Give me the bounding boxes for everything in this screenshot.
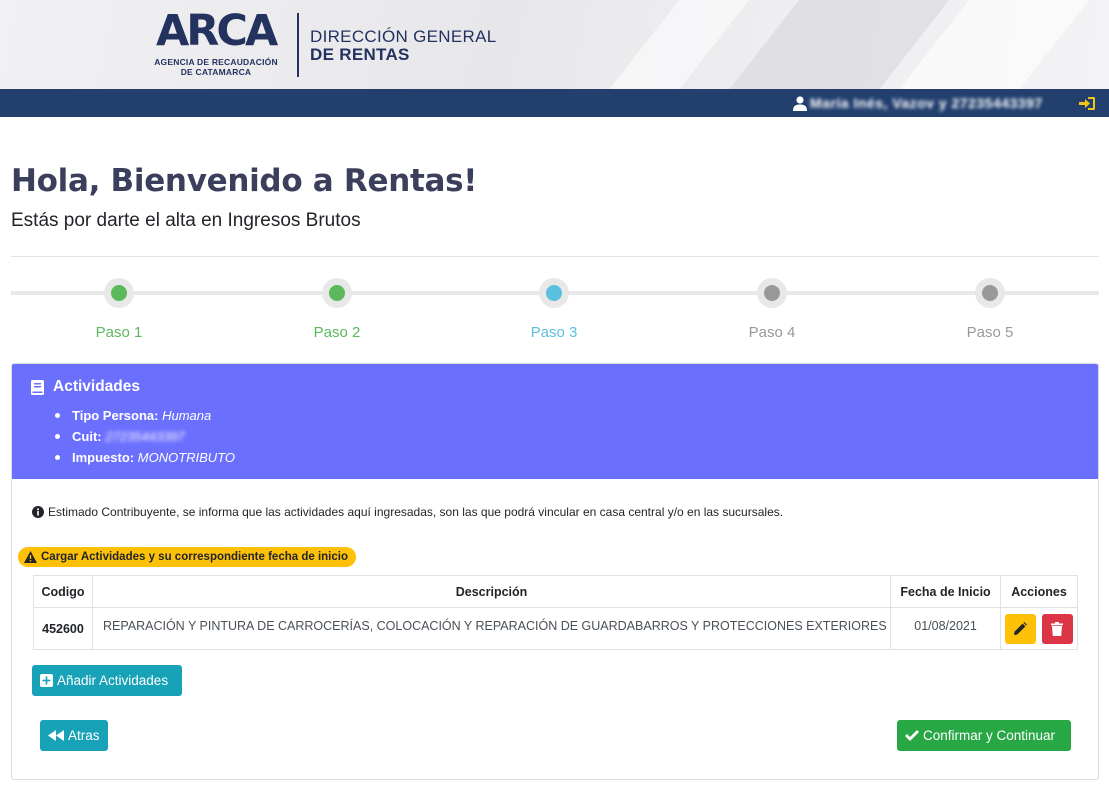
step-4-label: Paso 4 bbox=[748, 324, 796, 341]
plus-square-icon bbox=[40, 674, 53, 687]
step-1: Paso 1 bbox=[59, 278, 179, 341]
cuit-label: Cuit: bbox=[72, 429, 102, 444]
check-icon bbox=[905, 730, 919, 741]
header-code: Codigo bbox=[33, 575, 93, 608]
row-description: REPARACIÓN Y PINTURA DE CARROCERÍAS, COL… bbox=[91, 607, 892, 650]
impuesto-label: Impuesto: bbox=[72, 450, 135, 465]
page-subtitle: Estás por darte el alta en Ingresos Brut… bbox=[11, 210, 361, 231]
warning-text: Cargar Actividades y su correspondiente … bbox=[41, 551, 348, 563]
tipo-persona-item: Tipo Persona: Humana bbox=[55, 405, 235, 426]
organization-name: DIRECCIÓN GENERAL DE RENTAS bbox=[310, 28, 496, 64]
step-5: Paso 5 bbox=[930, 278, 1050, 341]
step-5-dot bbox=[982, 285, 998, 301]
card-header: Actividades Tipo Persona: Humana Cuit: 2… bbox=[12, 364, 1098, 479]
step-2-label: Paso 2 bbox=[313, 324, 361, 341]
top-banner: ARCA AGENCIA DE RECAUDACIÓN DE CATAMARCA… bbox=[0, 0, 1109, 89]
row-start-date: 01/08/2021 bbox=[890, 607, 1001, 650]
warning-icon bbox=[24, 551, 37, 563]
step-1-dot bbox=[111, 285, 127, 301]
delete-button[interactable] bbox=[1041, 613, 1073, 644]
cuit-item: Cuit: 27235443397 bbox=[55, 426, 235, 447]
book-icon bbox=[31, 379, 44, 395]
step-4-dot bbox=[764, 285, 780, 301]
org-line-1: DIRECCIÓN GENERAL bbox=[310, 27, 497, 46]
impuesto-item: Impuesto: MONOTRIBUTO bbox=[55, 447, 235, 468]
step-1-label: Paso 1 bbox=[95, 324, 143, 341]
header-actions: Acciones bbox=[1000, 575, 1078, 608]
cuit-value: 27235443397 bbox=[105, 429, 185, 444]
logo-subtitle-line1: AGENCIA DE RECAUDACIÓN bbox=[154, 57, 278, 67]
header-start-date: Fecha de Inicio bbox=[890, 575, 1001, 608]
step-2-dot bbox=[329, 285, 345, 301]
row-actions bbox=[1000, 607, 1078, 650]
tipo-persona-label: Tipo Persona: bbox=[72, 408, 159, 423]
nav-bar: María Inés, Vazov y 27235443397 bbox=[0, 89, 1109, 117]
back-label: Atras bbox=[68, 728, 100, 743]
add-activities-label: Añadir Actividades bbox=[57, 673, 169, 688]
add-activities-button[interactable]: Añadir Actividades bbox=[32, 665, 182, 696]
warning-badge: Cargar Actividades y su correspondiente … bbox=[18, 547, 356, 567]
card-title: Actividades bbox=[31, 378, 140, 396]
taxpayer-info-list: Tipo Persona: Humana Cuit: 27235443397 I… bbox=[55, 405, 235, 468]
step-3: Paso 3 bbox=[494, 278, 614, 341]
logo-subtitle-line2: DE CATAMARCA bbox=[180, 67, 252, 77]
notice-text: Estimado Contribuyente, se informa que l… bbox=[48, 505, 784, 519]
row-code: 452600 bbox=[33, 607, 93, 650]
card-title-text: Actividades bbox=[53, 378, 141, 395]
edit-button[interactable] bbox=[1005, 613, 1037, 644]
user-icon bbox=[793, 96, 807, 111]
step-3-dot bbox=[546, 285, 562, 301]
impuesto-value: MONOTRIBUTO bbox=[137, 450, 236, 465]
arca-logo[interactable]: ARCA AGENCIA DE RECAUDACIÓN DE CATAMARCA bbox=[150, 8, 285, 82]
tipo-persona-value: Humana bbox=[162, 408, 212, 423]
org-line-2: DE RENTAS bbox=[310, 45, 410, 64]
activities-card: Actividades Tipo Persona: Humana Cuit: 2… bbox=[11, 363, 1099, 780]
pencil-icon bbox=[1014, 621, 1028, 635]
header-description: Descripción bbox=[91, 575, 892, 608]
logo-subtitle: AGENCIA DE RECAUDACIÓN DE CATAMARCA bbox=[150, 57, 282, 77]
step-2: Paso 2 bbox=[277, 278, 397, 341]
back-button[interactable]: Atras bbox=[40, 720, 108, 751]
step-4: Paso 4 bbox=[712, 278, 832, 341]
divider bbox=[11, 256, 1099, 257]
trash-icon bbox=[1050, 621, 1063, 636]
info-icon bbox=[32, 506, 44, 518]
logout-icon[interactable] bbox=[1079, 97, 1095, 110]
confirm-continue-button[interactable]: Confirmar y Continuar bbox=[897, 720, 1071, 751]
backward-icon bbox=[48, 730, 64, 741]
logo-text: ARCA bbox=[156, 6, 278, 56]
info-notice: Estimado Contribuyente, se informa que l… bbox=[32, 505, 783, 519]
page-title: Hola, Bienvenido a Rentas! bbox=[11, 163, 478, 199]
table-row: 452600 REPARACIÓN Y PINTURA DE CARROCERÍ… bbox=[33, 607, 1078, 650]
logo-divider bbox=[297, 13, 299, 77]
user-name: María Inés, Vazov y 27235443397 bbox=[810, 95, 1043, 111]
step-3-label: Paso 3 bbox=[530, 324, 578, 341]
confirm-label: Confirmar y Continuar bbox=[923, 728, 1056, 743]
activities-table: Codigo Descripción Fecha de Inicio Accio… bbox=[33, 575, 1078, 650]
table-header-row: Codigo Descripción Fecha de Inicio Accio… bbox=[33, 575, 1078, 608]
step-5-label: Paso 5 bbox=[966, 324, 1014, 341]
